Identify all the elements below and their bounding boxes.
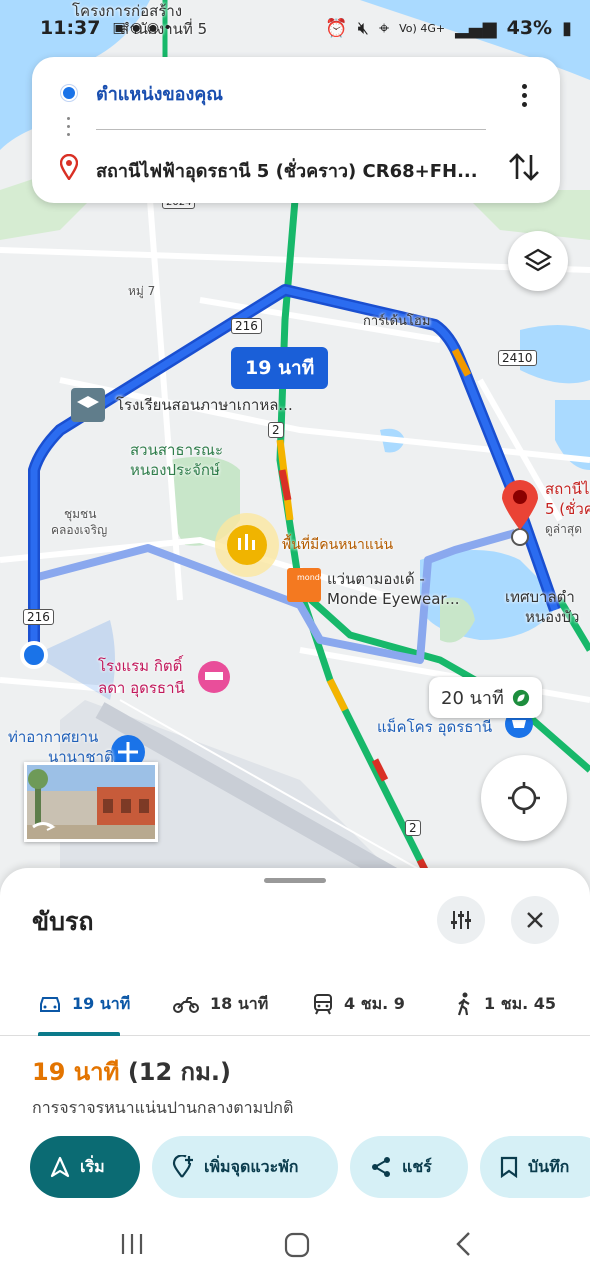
map-label-hotel-2[interactable]: ลดา อุดรธานี [98,679,185,698]
layers-icon [523,248,553,272]
add-location-icon [172,1155,193,1178]
map-label-dest-1[interactable]: สถานีไ [545,480,589,499]
map-label-community-1: ชุมชน [64,507,97,521]
route-duration: 19 นาที [32,1058,120,1086]
close-button[interactable] [511,896,559,944]
directions-card: ตำแหน่งของคุณ สถานีไฟฟ้าอุดรธานี 5 (ชั่ว… [32,57,560,203]
back-icon[interactable] [452,1230,476,1258]
map-label-hotel-1[interactable]: โรงแรม กิตติ์ [98,657,182,676]
map-label-shop-1[interactable]: แว่นตามองเด้ - [327,570,425,589]
map-label-crowded[interactable]: พื้นที่มีคนหนาแน่น [282,537,393,555]
location-icon: ⌖ [379,17,390,39]
start-button[interactable]: เริ่ม [30,1136,140,1198]
street-view-image [27,769,155,839]
start-button-label: เริ่ม [80,1156,105,1176]
mute-icon: 🔇︎ [357,17,369,39]
share-label: แชร์ [402,1156,432,1176]
walk-icon [457,992,470,1016]
status-right: ⏰ 🔇︎ ⌖ Vo) 4G+ ▂▄▆ 43% ▮ [325,17,572,39]
map-label-school[interactable]: โรงเรียนสอนภาษาเกาหล... [116,396,293,415]
road-shield-2b: 2 [405,820,421,836]
tab-transit-label: 4 ชม. 9 [344,993,405,1013]
map-label-dest-3: ดูล่าสุด [545,522,583,536]
tab-drive[interactable]: 19 นาที [38,984,130,1024]
notification-icons: ▣ ◉ ◉ • [112,20,172,36]
battery-text: 43% [506,17,553,39]
volte-icon: Vo) 4G+ [399,21,446,35]
map-label-makro[interactable]: แม็คโคร อุดรธานี [377,718,492,737]
map-label-community-2: คลองเจริญ [51,523,108,537]
status-time: 11:37 [40,17,101,39]
alt-route-time-badge[interactable]: 20 นาที [429,677,542,718]
road-shield-216a: 216 [231,318,262,334]
map-label-dest-2[interactable]: 5 (ชั่วค [545,500,590,519]
road-shield-216b: 216 [23,609,54,625]
map-label-shop-2[interactable]: Monde Eyewear... [327,590,460,609]
map-label-muni-2: หนองบัว [525,608,580,626]
add-stop-button[interactable]: เพิ่มจุดแวะพัก [152,1136,338,1198]
home-icon[interactable] [282,1230,312,1260]
origin-field[interactable]: ตำแหน่งของคุณ [96,79,223,108]
monde-logo-text: monde [297,573,325,582]
battery-icon: ▮ [562,17,572,39]
route-time-badge[interactable]: 19 นาที [231,347,329,389]
map-label-village: หมู่ 7 [128,284,156,298]
road-shield-2a: 2 [268,422,284,438]
my-location-button[interactable] [481,755,567,841]
traffic-note: การจราจรหนาแน่นปานกลางตามปกติ [32,1098,294,1117]
directions-sheet: ขับรถ 19 นาที 18 นาที 4 ชม. 9 1 ชม. 45 1… [0,868,590,1212]
map-label-park-2[interactable]: หนองประจักษ์ [130,461,220,480]
route-distance: (12 กม.) [127,1058,231,1086]
tab-drive-label: 19 นาที [72,993,131,1013]
recent-apps-icon[interactable] [118,1230,146,1258]
map-label-muni-1: เทศบาลตำ [505,588,575,606]
signal-icon: ▂▄▆ [455,17,497,39]
map-label-park-1[interactable]: สวนสาธารณะ [130,441,223,460]
navigation-arrow-icon [50,1156,70,1178]
eco-leaf-icon [512,689,530,706]
divider [96,129,486,130]
street-view-thumbnail[interactable] [24,762,158,842]
tune-icon [451,911,471,929]
sheet-drag-handle[interactable] [264,878,326,883]
share-icon [372,1157,390,1177]
tab-transit[interactable]: 4 ชม. 9 [312,984,405,1024]
tab-motorcycle-label: 18 นาที [210,993,269,1013]
add-stop-label: เพิ่มจุดแวะพัก [204,1156,299,1176]
sheet-title: ขับรถ [32,907,94,936]
origin-dot-icon [61,85,77,101]
destination-field[interactable]: สถานีไฟฟ้าอุดรธานี 5 (ชั่วคราว) CR68+FH.… [96,156,486,185]
system-nav-bar [0,1212,590,1280]
more-options-button[interactable] [510,77,538,113]
close-icon [527,912,543,928]
route-summary: 19 นาที (12 กม.) [32,1052,231,1091]
connector-dots [67,117,71,139]
motorcycle-icon [173,997,199,1013]
tab-motorcycle[interactable]: 18 นาที [172,984,268,1024]
tab-walk-label: 1 ชม. 45 [484,993,557,1013]
save-label: บันทึก [528,1156,570,1176]
route-options-button[interactable] [437,896,485,944]
alt-route-time: 20 นาที [441,688,504,709]
map-label-airport-1[interactable]: ท่าอากาศยาน [8,728,98,747]
car-icon [40,997,60,1012]
destination-pin-icon [60,154,78,180]
swap-icon[interactable] [506,147,542,187]
status-bar: 11:37 ▣ ◉ ◉ • ⏰ 🔇︎ ⌖ Vo) 4G+ ▂▄▆ 43% ▮ [0,0,590,56]
alarm-icon: ⏰ [325,17,348,39]
train-icon [314,994,332,1015]
map-label-garden-home: การ์เด้นโฮม [363,314,431,329]
travel-mode-tabs: 19 นาที 18 นาที 4 ชม. 9 1 ชม. 45 [0,972,590,1036]
share-button[interactable]: แชร์ [350,1136,468,1198]
bookmark-icon [500,1156,518,1178]
save-button[interactable]: บันทึก [480,1136,590,1198]
road-shield-2410: 2410 [498,350,537,366]
crosshair-icon [508,782,540,814]
action-buttons: เริ่ม เพิ่มจุดแวะพัก แชร์ บันทึก [30,1136,590,1198]
layers-button[interactable] [508,231,568,291]
tab-walk[interactable]: 1 ชม. 45 [454,984,556,1024]
active-tab-indicator [38,1032,120,1036]
